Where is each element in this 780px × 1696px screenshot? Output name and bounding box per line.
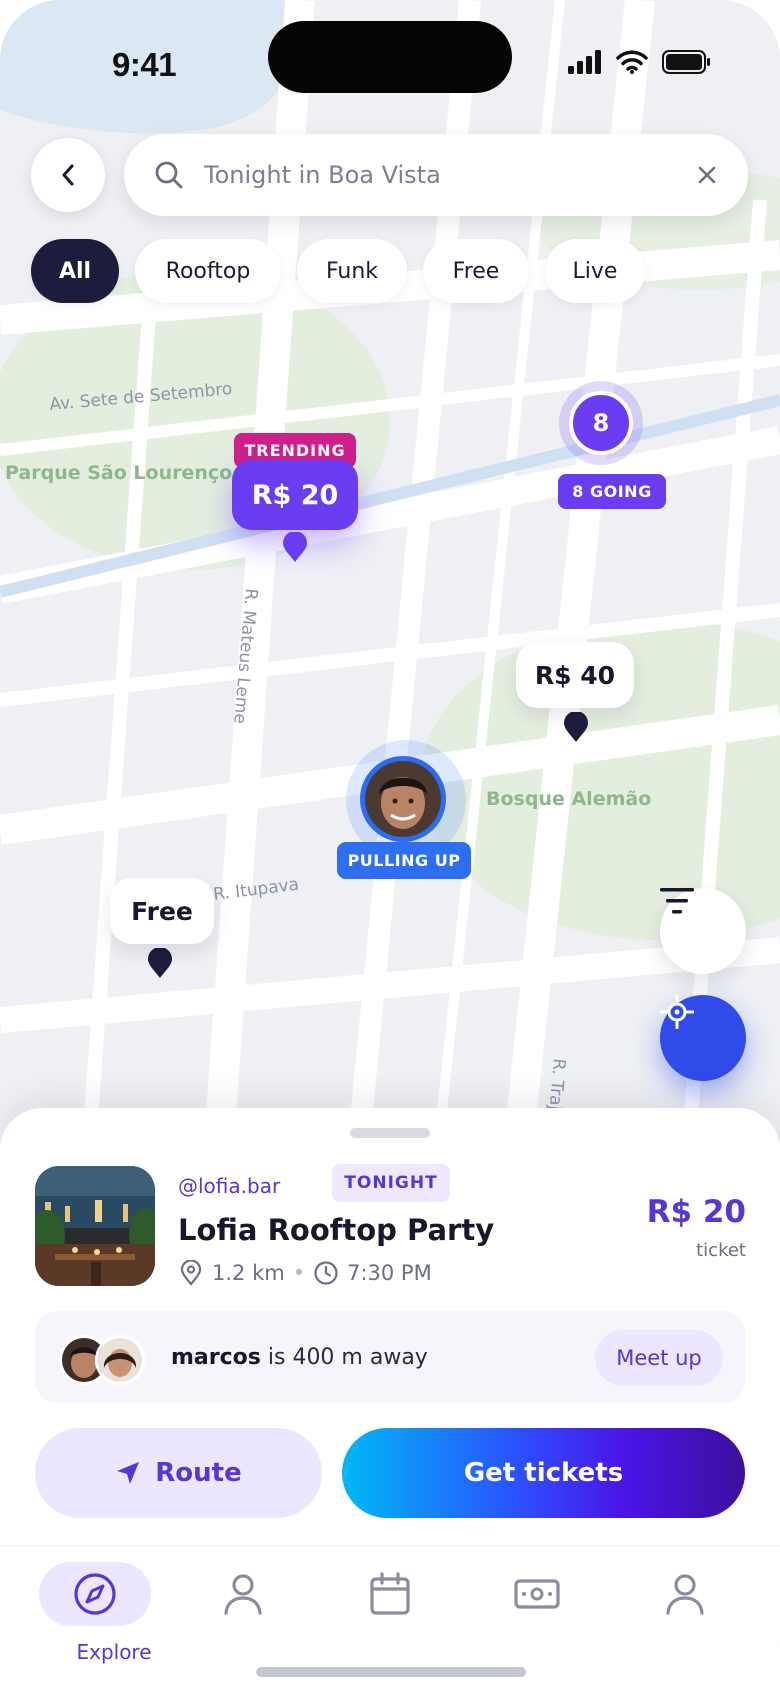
venue-handle[interactable]: @lofia.bar bbox=[178, 1174, 280, 1198]
route-label: Route bbox=[155, 1458, 242, 1488]
close-icon bbox=[698, 166, 716, 184]
get-tickets-label: Get tickets bbox=[463, 1458, 624, 1488]
cluster-marker[interactable]: 8 bbox=[569, 391, 633, 455]
chip-all[interactable]: All bbox=[31, 239, 119, 303]
rooftop-photo bbox=[35, 1166, 155, 1286]
back-button[interactable] bbox=[31, 138, 105, 212]
search-placeholder: Tonight in Boa Vista bbox=[204, 161, 441, 189]
meet-up-button[interactable]: Meet up bbox=[595, 1330, 723, 1386]
park-label-sao-lourenco: Parque São Lourenço bbox=[5, 462, 232, 484]
location-pin-icon bbox=[180, 1260, 202, 1286]
wifi-icon bbox=[616, 50, 648, 74]
map-pin-icon bbox=[148, 948, 172, 978]
tab-explore[interactable] bbox=[39, 1562, 151, 1626]
tab-account[interactable] bbox=[629, 1562, 741, 1626]
free-marker[interactable]: Free bbox=[110, 878, 214, 944]
tonight-badge: TONIGHT bbox=[332, 1164, 450, 1202]
avatar-image bbox=[98, 1338, 142, 1382]
friend-avatar[interactable] bbox=[360, 756, 446, 842]
friend-nearby-row: marcos is 400 m away Meet up bbox=[35, 1311, 745, 1403]
navigation-arrow-icon bbox=[117, 1462, 140, 1484]
event-meta: 1.2 km • 7:30 PM bbox=[180, 1260, 432, 1286]
friend-avatar-small-2 bbox=[95, 1335, 145, 1385]
trending-price-marker[interactable]: R$ 20 bbox=[232, 460, 358, 530]
compass-icon bbox=[74, 1573, 116, 1615]
park-label-bosque-alemao: Bosque Alemão bbox=[486, 788, 651, 810]
pulling-up-badge: PULLING UP bbox=[337, 842, 471, 879]
crosshair-icon bbox=[660, 995, 694, 1029]
going-badge: 8 GOING bbox=[558, 474, 666, 509]
clock-icon bbox=[314, 1261, 338, 1285]
filter-button[interactable] bbox=[660, 888, 746, 974]
battery-icon bbox=[662, 50, 710, 74]
chip-rooftop[interactable]: Rooftop bbox=[135, 239, 281, 303]
map-pin-icon bbox=[564, 712, 588, 742]
chip-free[interactable]: Free bbox=[423, 239, 529, 303]
ticket-icon bbox=[514, 1579, 560, 1609]
signal-icon bbox=[568, 50, 601, 74]
filter-icon bbox=[660, 888, 694, 914]
event-time: 7:30 PM bbox=[347, 1261, 432, 1285]
search-icon bbox=[155, 161, 183, 189]
tab-calendar[interactable] bbox=[334, 1562, 446, 1626]
event-distance: 1.2 km bbox=[212, 1261, 285, 1285]
meta-separator: • bbox=[292, 1261, 306, 1285]
chip-live[interactable]: Live bbox=[545, 239, 645, 303]
profile-icon bbox=[224, 1574, 262, 1615]
dynamic-island bbox=[268, 21, 512, 93]
calendar-icon bbox=[370, 1572, 410, 1615]
filter-chips: All Rooftop Funk Free Live bbox=[31, 239, 645, 303]
avatar-image bbox=[365, 761, 441, 837]
ticket-price-caption: ticket bbox=[696, 1240, 746, 1261]
get-tickets-button[interactable]: Get tickets bbox=[342, 1428, 745, 1518]
event-thumbnail[interactable] bbox=[35, 1166, 155, 1286]
tab-explore-label[interactable]: Explore bbox=[54, 1640, 174, 1664]
account-icon bbox=[666, 1574, 704, 1615]
friend-distance-text: marcos is 400 m away bbox=[171, 1345, 428, 1370]
price-marker-40[interactable]: R$ 40 bbox=[516, 642, 634, 708]
tab-profile[interactable] bbox=[187, 1562, 299, 1626]
friend-name: marcos bbox=[171, 1345, 261, 1370]
chevron-left-icon bbox=[62, 164, 74, 186]
chip-funk[interactable]: Funk bbox=[297, 239, 407, 303]
app-screen: Av. Sete de Setembro R. Mateus Leme R. I… bbox=[0, 0, 780, 1696]
search-input[interactable]: Tonight in Boa Vista bbox=[124, 134, 748, 216]
clear-search-button[interactable] bbox=[692, 160, 722, 190]
ticket-price: R$ 20 bbox=[646, 1194, 746, 1230]
home-indicator bbox=[256, 1667, 526, 1677]
route-button[interactable]: Route bbox=[35, 1428, 322, 1518]
friend-distance: is 400 m away bbox=[267, 1345, 428, 1370]
tab-tickets[interactable] bbox=[481, 1562, 593, 1626]
sheet-grabber[interactable] bbox=[350, 1128, 430, 1138]
status-time: 9:41 bbox=[112, 46, 177, 83]
locate-me-button[interactable] bbox=[660, 995, 746, 1081]
status-icons bbox=[568, 50, 712, 74]
map-pin-icon bbox=[283, 532, 307, 562]
event-title[interactable]: Lofia Rooftop Party bbox=[178, 1213, 494, 1247]
